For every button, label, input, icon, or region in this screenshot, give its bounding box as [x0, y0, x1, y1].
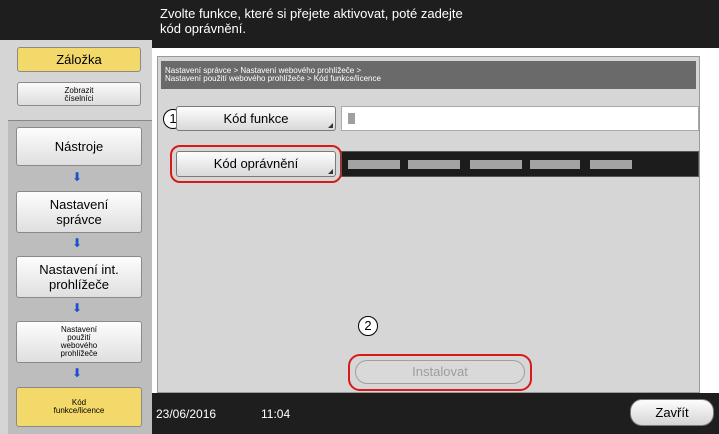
breadcrumb: Nastavení správce > Nastavení webového p…	[161, 61, 696, 89]
corner-bar	[0, 0, 152, 40]
text-cursor	[348, 113, 355, 124]
tab-show-numpad-line-2: číselníci	[64, 94, 94, 103]
sidebar-item-label: Nastavení int. prohlížeče	[39, 262, 119, 292]
arrow-down-icon: ⬇	[71, 236, 83, 250]
arrow-down-icon: ⬇	[71, 366, 83, 380]
sidebar-item-label: Nástroje	[54, 139, 104, 154]
arrow-down-icon: ⬇	[71, 301, 83, 315]
sidebar-item-tools[interactable]: Nástroje	[16, 127, 142, 166]
masked-code-segment	[530, 160, 580, 169]
sidebar-item-label: Kód funkce/licence	[54, 399, 105, 415]
sidebar-item-browser-settings[interactable]: Nastavení int. prohlížeče	[16, 256, 142, 298]
sidebar-item-label: Nastavení použití webového prohlížeče	[61, 326, 98, 358]
header-bar: Zvolte funkce, které si přejete aktivova…	[152, 0, 719, 48]
masked-code-segment	[408, 160, 460, 169]
masked-code-segment	[590, 160, 632, 169]
masked-code-segment	[470, 160, 522, 169]
sidebar-item-label: Nastavení správce	[50, 197, 109, 227]
bookmark-tree: Nástroje ⬇ Nastavení správce ⬇ Nastavení…	[8, 120, 152, 434]
close-button[interactable]: Zavřít	[630, 399, 714, 426]
instruction-message: Zvolte funkce, které si přejete aktivova…	[160, 6, 600, 36]
main-content: Nastavení správce > Nastavení webového p…	[152, 48, 719, 434]
sidebar-item-function-license-code[interactable]: Kód funkce/licence	[16, 387, 142, 427]
sidebar: Záložka Zobrazit číselníci Nástroje ⬇ Na…	[0, 40, 152, 434]
function-code-button[interactable]: Kód funkce	[176, 106, 336, 131]
sidebar-item-label-line-1: Nastavení int.	[39, 262, 119, 277]
sidebar-item-label-line-2: prohlížeče	[49, 277, 109, 292]
arrow-down-icon: ⬇	[71, 170, 83, 184]
status-time: 11:04	[261, 407, 291, 421]
function-code-field[interactable]	[341, 106, 699, 131]
install-button[interactable]: Instalovat	[355, 360, 525, 384]
status-date: 23/06/2016	[156, 407, 217, 421]
step-2-marker: 2	[358, 316, 378, 336]
control-panel-screen: Zvolte funkce, které si přejete aktivova…	[0, 0, 719, 434]
tab-show-numpad[interactable]: Zobrazit číselníci	[17, 82, 141, 106]
sidebar-item-admin-settings[interactable]: Nastavení správce	[16, 191, 142, 233]
sidebar-item-label-line-2: funkce/licence	[53, 406, 105, 415]
instruction-line-1: Zvolte funkce, které si přejete aktivova…	[160, 6, 463, 21]
instruction-line-2: kód oprávnění.	[160, 21, 247, 36]
auth-code-button[interactable]: Kód oprávnění	[176, 151, 336, 177]
sidebar-item-web-browser-usage[interactable]: Nastavení použití webového prohlížeče	[16, 321, 142, 363]
tab-bookmark[interactable]: Záložka	[17, 47, 141, 72]
sidebar-item-label-line-1: Nastavení	[49, 197, 109, 212]
sidebar-item-label-line-2: správce	[56, 212, 102, 227]
auth-code-field[interactable]	[341, 151, 699, 177]
masked-code-segment	[348, 160, 400, 169]
breadcrumb-line-2: Nastavení použití webového prohlížeče > …	[165, 74, 381, 83]
settings-panel: Nastavení správce > Nastavení webového p…	[157, 56, 700, 393]
sidebar-item-label-line-4: prohlížeče	[60, 349, 98, 358]
